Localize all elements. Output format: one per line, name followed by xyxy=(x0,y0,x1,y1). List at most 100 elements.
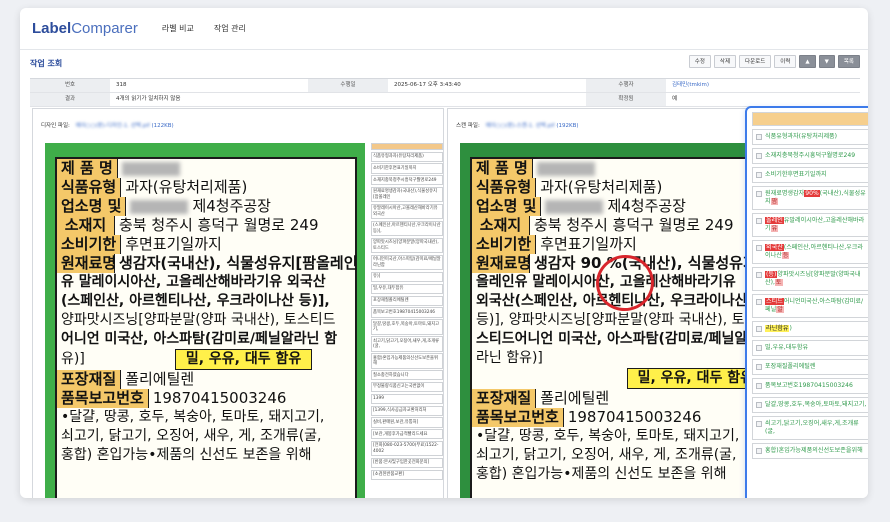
compare-item[interactable]: 홍합)혼입가능제품의신선도보존을위해 xyxy=(752,443,868,459)
label-row: 식품유형 과자(유탕처리제품) xyxy=(57,178,355,197)
design-text-item[interactable]: 부정불량식품신고는국번없이 xyxy=(371,381,443,393)
compare-item[interactable]: 소재지충북청주시흥덕구월명로249 xyxy=(752,148,868,164)
checkbox[interactable] xyxy=(756,364,762,370)
compare-text: 스티드어니언미국산,아스파탐(감미료/페닐알 xyxy=(765,298,868,314)
label-key: 소비기한 xyxy=(57,235,122,254)
label-value: 과자(유탕처리제품) xyxy=(125,178,248,196)
ingredients-line: 유 말레이시아산, 고올레산해바라기유 외국산 xyxy=(61,274,326,290)
label-row: 소비기한 후면표기일까지 xyxy=(472,235,770,254)
checkbox[interactable] xyxy=(756,383,762,389)
checkbox[interactable] xyxy=(756,172,762,178)
design-text-item[interactable]: 밀,우유,대두함유 xyxy=(371,283,443,294)
checkbox[interactable] xyxy=(756,421,762,427)
design-text-item[interactable]: 포장재질폴리에틸렌 xyxy=(371,295,443,306)
compare-item[interactable]: 올레인유말레이시아산,고올레산해바라기유 xyxy=(752,213,868,237)
design-text-item[interactable]: 유)] xyxy=(371,271,443,283)
checkbox[interactable] xyxy=(756,326,762,332)
label-value: 폴리에틸렌 xyxy=(540,389,610,407)
compare-item[interactable]: 달걀,땅콩,호두,복숭아,토마토,돼지고기, xyxy=(752,397,868,413)
prev-up-icon[interactable]: ▲ xyxy=(799,55,816,68)
design-text-item[interactable]: [소검된반품교환] xyxy=(371,469,443,480)
design-panel: 디자인 파일: 에이○○(판)-디자인-1. 선택.pif (122KB) 제 … xyxy=(32,108,444,498)
checkbox[interactable] xyxy=(756,153,762,159)
design-text-item[interactable]: 실비,판매원,보관,유통처] xyxy=(371,417,443,428)
app-logo[interactable]: LabelComparer xyxy=(32,20,138,37)
design-text-item[interactable]: 달걀,땅콩,호두,복숭아,토마토,돼지고기, xyxy=(371,319,443,335)
design-text-item[interactable]: 원재료명생감자(국내산),식물성유지[팜올레인 xyxy=(371,186,443,203)
compare-item[interactable]: 소비기한후면표기일까지 xyxy=(752,167,868,183)
design-text-item[interactable]: (스페인산,아르헨티나산,우크라이나산등)], xyxy=(371,220,443,237)
design-text-item[interactable] xyxy=(371,143,443,150)
design-file-link[interactable]: 에이○○(판)-디자인-1. 선택.pif xyxy=(76,123,150,129)
label-key: 식품유형 xyxy=(57,178,122,197)
delete-button[interactable]: 삭제 xyxy=(713,55,737,68)
checkbox[interactable] xyxy=(756,448,762,454)
info-value-link[interactable]: 김태민(tmkim) xyxy=(666,79,860,92)
design-text-item[interactable]: 소재지충북청주시흥덕구월명로249 xyxy=(371,175,443,186)
download-button[interactable]: 다운로드 xyxy=(739,55,772,68)
checkbox[interactable] xyxy=(756,299,762,305)
compare-item[interactable]: (등)양파맛시즈닝[양파분말(양파국내산),토 xyxy=(752,267,868,291)
design-text-item[interactable]: 쇠고기,닭고기,오징어,새우,게,조개류(굴, xyxy=(371,336,443,352)
label-value: 제4청주공장 xyxy=(607,197,686,215)
diff-highlight: 토 xyxy=(774,279,783,286)
compare-item[interactable]: 품목보고번호19870415003246 xyxy=(752,378,868,394)
checkbox[interactable] xyxy=(756,191,762,197)
compare-item[interactable]: 원재료명생감자90%(국내산),식물성유지팜 xyxy=(752,186,868,210)
scan-file-size: (192KB) xyxy=(556,123,579,129)
design-text-item[interactable]: 질소충전하였습니다 xyxy=(371,370,443,381)
compare-item[interactable]: 스티드어니언미국산,아스파탐(감미료/페닐알 xyxy=(752,294,868,318)
logo-bold: Label xyxy=(32,20,72,37)
next-down-icon[interactable]: ▼ xyxy=(818,55,835,68)
scan-file-link[interactable]: 에이○○(판)-스캔-1. 선택.pif xyxy=(486,123,555,129)
design-text-item[interactable]: [1399,식사공급자교환처리처 xyxy=(371,405,443,416)
design-text-item[interactable]: [전화]080-023-5700(무료)1522-4002 xyxy=(371,440,443,457)
list-button[interactable]: 목록 xyxy=(837,55,860,68)
label-bottom: •달걀, 땅콩, 호두, 복숭아, 토마토, 돼지고기, 쇠고기, 닭고기, 오… xyxy=(472,427,770,484)
compare-item[interactable]: 외국산(스페인산,아르헨티나산,우크라이나산등 xyxy=(752,240,868,264)
design-text-item[interactable]: 품목보고번호19870415003246 xyxy=(371,307,443,318)
ingredients-body: 유 말레이시아산, 고올레산해바라기유 외국산 (스페인산, 아르헨티나산, 우… xyxy=(57,273,355,370)
design-text-item[interactable]: 1399 xyxy=(371,393,443,404)
nav-item-jobs[interactable]: 작업 관리 xyxy=(214,23,246,34)
design-text-item[interactable]: 식품유형과자(유탕처리제품) xyxy=(371,151,443,162)
diff-highlight: 스티드 xyxy=(765,298,784,305)
label-key: 제 품 명 xyxy=(472,159,533,178)
checkbox[interactable] xyxy=(756,272,762,278)
design-text-item[interactable]: [반품:본사및구입한곳전화문의] xyxy=(371,457,443,469)
checkbox[interactable] xyxy=(756,134,762,140)
edit-button[interactable]: 수정 xyxy=(688,55,711,68)
label-value: 후면표기일까지 xyxy=(125,235,222,253)
checkbox[interactable] xyxy=(756,218,762,224)
compare-item[interactable]: 포장재질폴리에틸렌 xyxy=(752,359,868,375)
nav-item-compare[interactable]: 라벨 비교 xyxy=(162,23,194,34)
compare-item[interactable]: 쇠고기,닭고기,오징어,새우,게,조개류(굴, xyxy=(752,416,868,440)
compare-item[interactable]: 라닌함유) xyxy=(752,321,868,337)
design-text-item[interactable]: 유말레이시아산,고올레산해바라기유외국산 xyxy=(371,203,443,220)
design-text-item[interactable]: 양파맛시즈닝[양파분말(양파국내산),토스티드 xyxy=(371,237,443,254)
compare-text: 올레인유말레이시아산,고올레산해바라기유 xyxy=(765,217,868,233)
compare-item[interactable] xyxy=(752,112,868,126)
design-text-item[interactable]: [보관,개봉후가급적빨리드세요 xyxy=(371,429,443,440)
allergen-box: 밀, 우유, 대두 함유 xyxy=(174,349,313,370)
history-button[interactable]: 이력 xyxy=(774,55,797,68)
compare-text: 식품유형과자(유탕처리제품) xyxy=(765,133,838,140)
sub-header: 작업 조회 수정 삭제 다운로드 이력 ▲ ▼ 목록 xyxy=(20,52,868,74)
label-key: 업소명 및 xyxy=(472,197,542,216)
label-key: 제 품 명 xyxy=(57,159,118,178)
info-key: 수행자 xyxy=(586,79,666,92)
label-row: 업소명 및 제4청주공장 xyxy=(57,197,355,216)
bottom-line: 홍합) 혼입가능•제품의 신선도 보존을 위해 xyxy=(61,447,312,463)
checkbox[interactable] xyxy=(756,245,762,251)
design-text-item[interactable]: 어니언미국산,아스파탐(감미료/페닐알라닌함 xyxy=(371,254,443,271)
design-text-item[interactable]: 소비기한후면표기일까지 xyxy=(371,163,443,174)
logo-light: Comparer xyxy=(71,20,138,37)
compare-item[interactable]: 식품유형과자(유탕처리제품) xyxy=(752,129,868,145)
info-value: 예 xyxy=(672,96,678,102)
design-text-item[interactable]: 홍합)혼입가능제품의신선도보존을위해 xyxy=(371,353,443,369)
compare-item[interactable]: 밀,우유,대두함유 xyxy=(752,340,868,356)
scan-label: 제 품 명 식품유형 과자(유탕처리제품) 업소명 및 제4청주공장 소재지 충북 청… xyxy=(470,157,777,498)
info-key: 확정됨 xyxy=(586,93,666,106)
checkbox[interactable] xyxy=(756,402,762,408)
checkbox[interactable] xyxy=(756,345,762,351)
